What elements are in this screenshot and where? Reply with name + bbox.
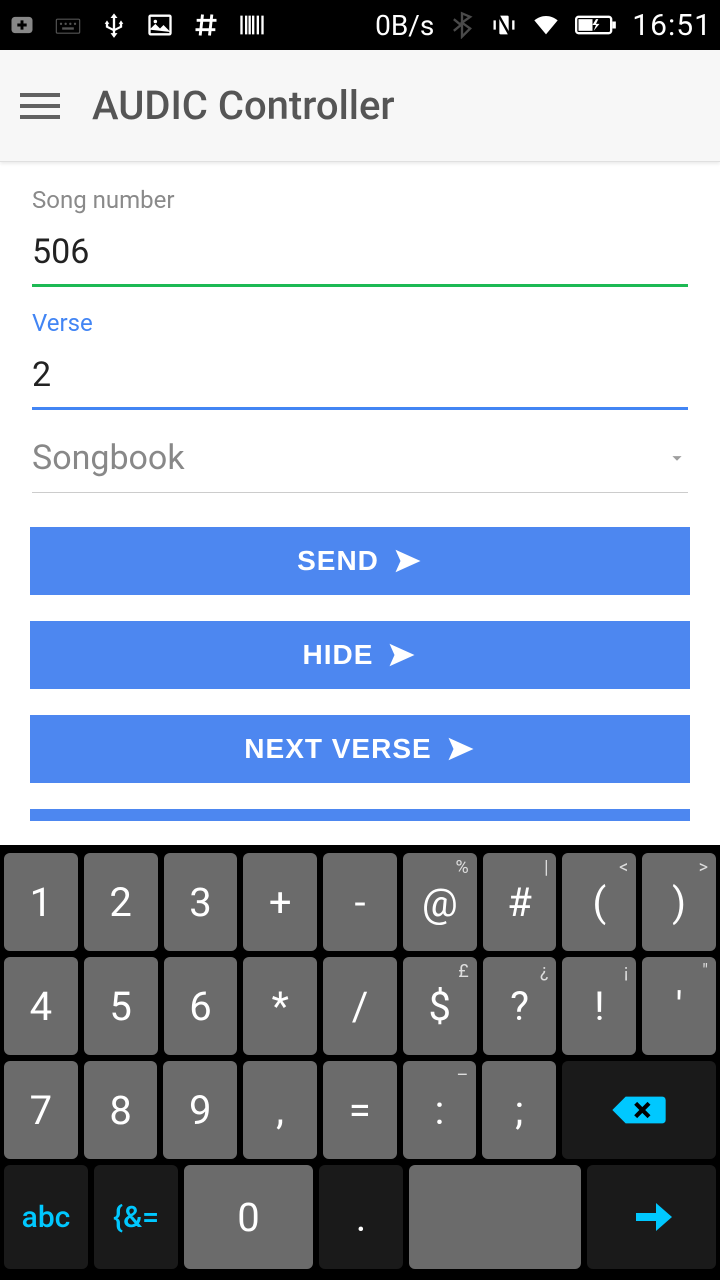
hash-icon — [192, 11, 220, 39]
song-number-label: Song number — [32, 186, 688, 214]
bluetooth-icon — [448, 11, 476, 39]
status-right: 0B/s 16:51 — [375, 8, 712, 43]
send-icon — [393, 546, 423, 576]
content-area: Song number 506 Verse 2 Songbook SEND HI… — [0, 162, 720, 821]
key-,[interactable]: , — [243, 1061, 317, 1159]
backspace-icon — [609, 1090, 669, 1130]
data-rate: 0B/s — [375, 9, 434, 42]
key-+[interactable]: + — [243, 853, 317, 951]
key-([interactable]: (< — [562, 853, 636, 951]
key-)[interactable]: )> — [642, 853, 716, 951]
songbook-placeholder: Songbook — [32, 438, 666, 478]
key-?[interactable]: ?¿ — [483, 957, 557, 1055]
key-7[interactable]: 7 — [4, 1061, 78, 1159]
hide-button[interactable]: HIDE — [30, 621, 690, 689]
verse-field[interactable]: Verse 2 — [32, 287, 688, 410]
send-icon — [446, 734, 476, 764]
wifi-icon — [532, 11, 560, 39]
key-space[interactable] — [409, 1165, 581, 1269]
key-symbols[interactable]: {&= — [94, 1165, 178, 1269]
keyboard-status-icon — [54, 11, 82, 39]
key-;[interactable]: ; — [482, 1061, 556, 1159]
key-abc[interactable]: abc — [4, 1165, 88, 1269]
hide-label: HIDE — [303, 639, 374, 671]
key-#[interactable]: #| — [483, 853, 557, 951]
usb-icon — [100, 11, 128, 39]
app-bar: AUDIC Controller — [0, 50, 720, 162]
image-icon — [146, 11, 174, 39]
key-5[interactable]: 5 — [84, 957, 158, 1055]
plus-box-icon — [8, 11, 36, 39]
key--[interactable]: - — [323, 853, 397, 951]
button-stack: SEND HIDE NEXT VERSE — [30, 493, 690, 821]
soft-keyboard: 123+-@%#|(<)> 456*/$£?¿!¡'" 789,=:–; abc… — [0, 845, 720, 1280]
key-$[interactable]: $£ — [403, 957, 477, 1055]
next-verse-button[interactable]: NEXT VERSE — [30, 715, 690, 783]
kb-row-4: abc {&= 0 . — [4, 1165, 716, 1269]
key-4[interactable]: 4 — [4, 957, 78, 1055]
verse-label: Verse — [32, 309, 688, 337]
app-title: AUDIC Controller — [92, 82, 395, 129]
send-icon — [387, 640, 417, 670]
kb-row-2: 456*/$£?¿!¡'" — [4, 957, 716, 1055]
key-2[interactable]: 2 — [84, 853, 158, 951]
key-@[interactable]: @% — [403, 853, 477, 951]
key-8[interactable]: 8 — [84, 1061, 158, 1159]
key-dot[interactable]: . — [319, 1165, 403, 1269]
key-9[interactable]: 9 — [163, 1061, 237, 1159]
key-enter[interactable] — [587, 1165, 716, 1269]
partial-button[interactable] — [30, 809, 690, 821]
key-1[interactable]: 1 — [4, 853, 78, 951]
status-bar: 0B/s 16:51 — [0, 0, 720, 50]
key-:[interactable]: :– — [403, 1061, 477, 1159]
battery-charging-icon — [574, 11, 618, 39]
kb-row-3: 789,=:–; — [4, 1061, 716, 1159]
send-label: SEND — [297, 545, 379, 577]
clock: 16:51 — [632, 8, 712, 43]
key-0[interactable]: 0 — [184, 1165, 313, 1269]
key-6[interactable]: 6 — [164, 957, 238, 1055]
song-number-field[interactable]: Song number 506 — [32, 172, 688, 287]
chevron-down-icon — [666, 447, 688, 469]
key-backspace[interactable] — [562, 1061, 716, 1159]
kb-row-1: 123+-@%#|(<)> — [4, 853, 716, 951]
key-3[interactable]: 3 — [164, 853, 238, 951]
key-=[interactable]: = — [323, 1061, 397, 1159]
next-verse-label: NEXT VERSE — [244, 733, 431, 765]
arrow-right-icon — [628, 1193, 676, 1241]
key-/[interactable]: / — [323, 957, 397, 1055]
key-*[interactable]: * — [243, 957, 317, 1055]
status-left — [8, 11, 266, 39]
key-'[interactable]: '" — [642, 957, 716, 1055]
send-button[interactable]: SEND — [30, 527, 690, 595]
song-number-input[interactable]: 506 — [32, 232, 688, 284]
barcode-icon — [238, 11, 266, 39]
menu-icon[interactable] — [20, 84, 64, 128]
vibrate-icon — [490, 11, 518, 39]
verse-input[interactable]: 2 — [32, 355, 688, 407]
songbook-dropdown[interactable]: Songbook — [32, 410, 688, 492]
key-![interactable]: !¡ — [562, 957, 636, 1055]
